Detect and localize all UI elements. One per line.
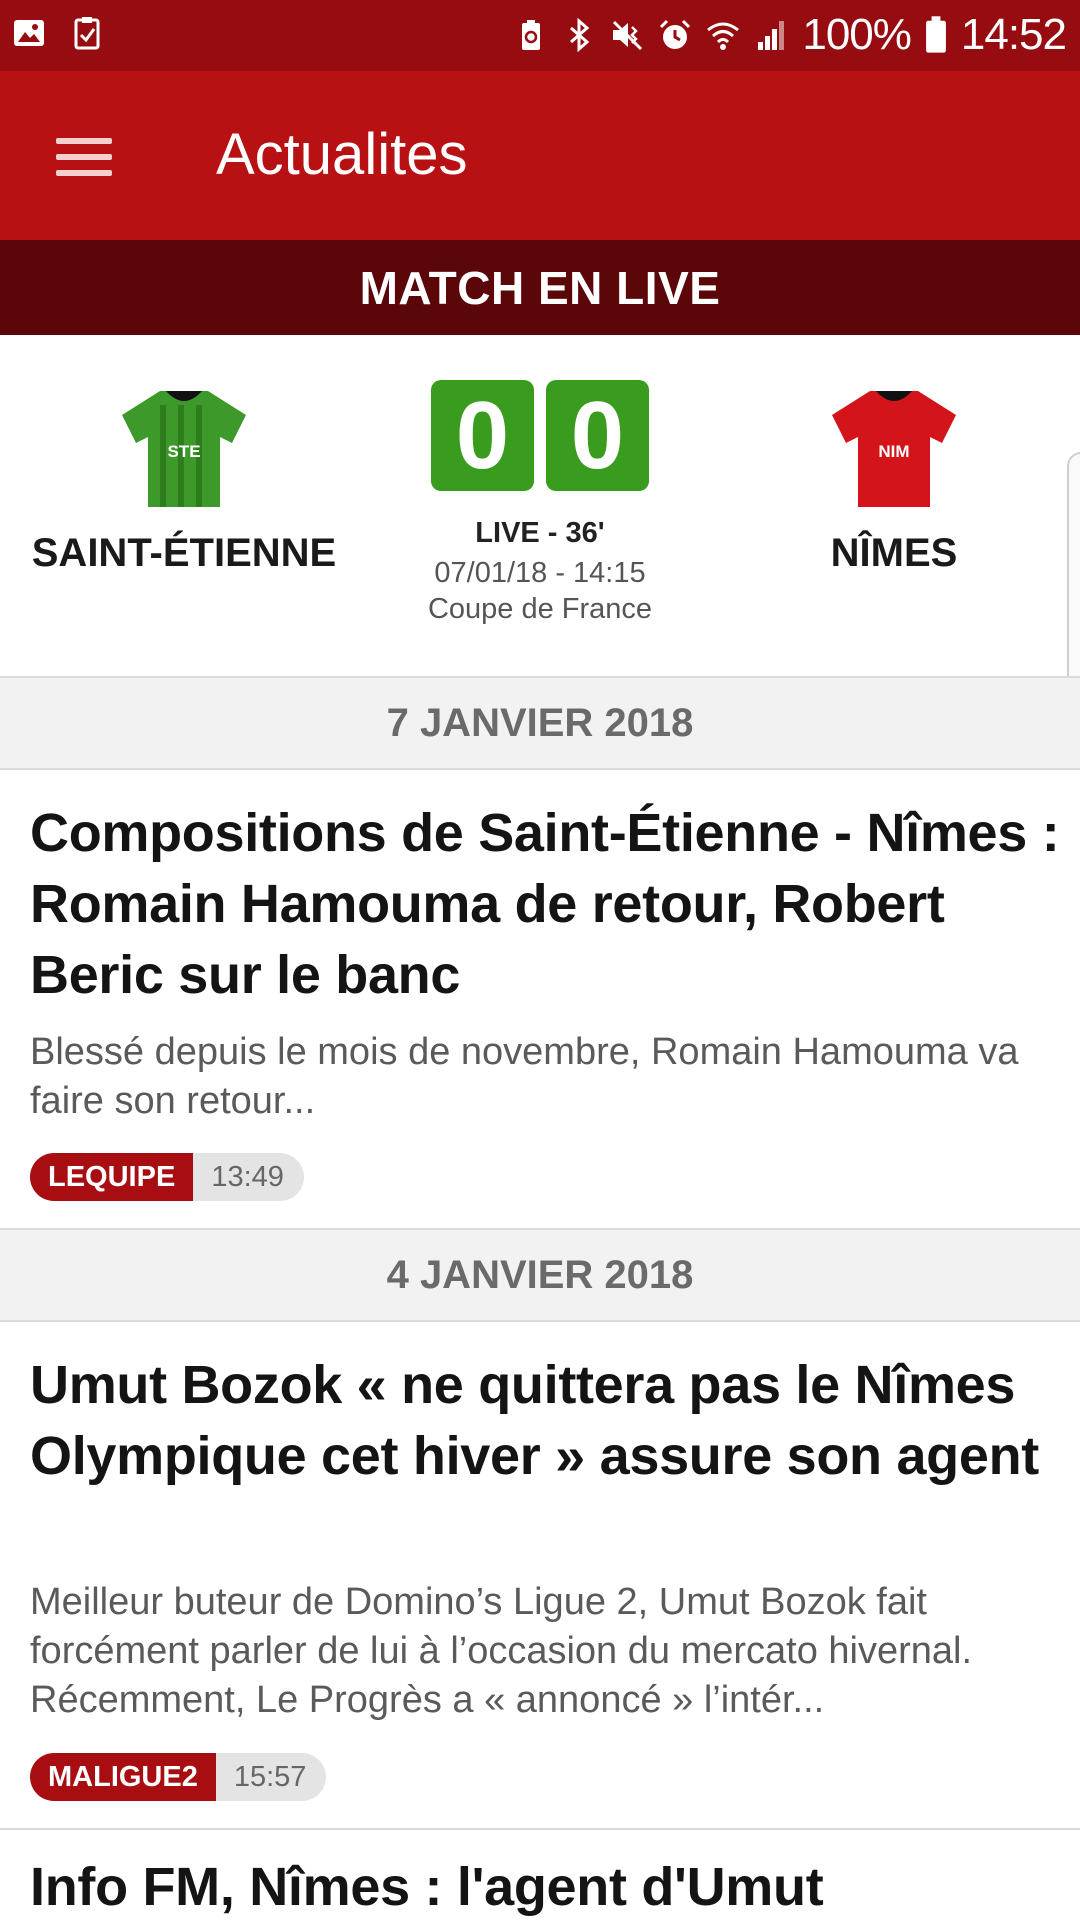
article-title: Compositions de Saint-Étienne - Nîmes : …	[30, 803, 1060, 1005]
match-competition: Coupe de France	[427, 593, 653, 625]
battery-icon	[925, 16, 946, 53]
home-jersey-icon: STE	[122, 391, 246, 507]
article-title: Info FM, Nîmes : l'agent d'Umut	[30, 1857, 824, 1917]
page-title: Actualites	[216, 122, 468, 187]
wifi-icon	[707, 22, 740, 50]
article-summary-text: Meilleur buteur de Domino’s Ligue 2, Umu…	[30, 1581, 973, 1721]
battery-percent: 100%	[802, 10, 912, 59]
status-notifications	[12, 16, 104, 50]
home-score: 0	[431, 380, 534, 491]
app-bar: Actualites	[0, 71, 1080, 240]
home-jersey-label: STE	[167, 442, 200, 461]
alarm-icon	[660, 19, 691, 49]
news-article[interactable]: Umut Bozok « ne quittera pas le Nîmes Ol…	[0, 1322, 1080, 1828]
mute-vibrate-icon	[613, 20, 643, 51]
away-jersey-icon: NIM	[832, 391, 956, 507]
away-team-name: NÎMES	[830, 531, 958, 575]
news-article[interactable]: Info FM, Nîmes : l'agent d'Umut	[0, 1830, 1080, 1920]
away-score: 0	[546, 380, 649, 491]
match-date: 07/01/18 - 14:15	[434, 557, 646, 589]
bluetooth-icon	[570, 18, 590, 52]
article-time: 15:57	[215, 1753, 327, 1801]
article-meta: LEQUIPE 13:49	[30, 1153, 304, 1201]
article-time: 13:49	[193, 1153, 304, 1201]
source-badge: LEQUIPE	[30, 1153, 194, 1201]
away-team: NIM NÎMES	[724, 385, 1064, 576]
battery-saver-icon	[522, 20, 541, 50]
article-meta: MALIGUE2 15:57	[30, 1753, 327, 1801]
clock: 14:52	[960, 10, 1067, 59]
clipboard-check-icon	[74, 17, 100, 50]
match-status: LIVE - 36'	[475, 517, 605, 549]
date-separator: 4 JANVIER 2018	[0, 1228, 1080, 1322]
hamburger-menu-icon[interactable]	[42, 121, 126, 191]
article-title: Umut Bozok « ne quittera pas le Nîmes Ol…	[30, 1355, 1039, 1486]
status-bar: 100% 14:52	[0, 0, 1080, 71]
article-summary: Meilleur buteur de Domino’s Ligue 2, Umu…	[30, 1578, 1050, 1725]
status-system: 100% 14:52	[514, 10, 1067, 60]
gallery-icon	[14, 20, 44, 46]
away-jersey-label: NIM	[878, 442, 909, 461]
home-team-name: SAINT-ÉTIENNE	[31, 531, 337, 575]
source-badge: MALIGUE2	[30, 1753, 216, 1801]
live-match-card[interactable]: STE SAINT-ÉTIENNE 0 0 LIVE - 36' 07/01/1…	[0, 335, 1080, 807]
live-match-banner[interactable]: MATCH EN LIVE	[0, 240, 1080, 335]
news-article[interactable]: Compositions de Saint-Étienne - Nîmes : …	[0, 770, 1080, 1228]
article-summary: Blessé depuis le mois de novembre, Romai…	[30, 1031, 1019, 1122]
signal-icon	[758, 21, 785, 50]
date-separator: 7 JANVIER 2018	[0, 676, 1080, 770]
home-team: STE SAINT-ÉTIENNE	[14, 385, 354, 576]
